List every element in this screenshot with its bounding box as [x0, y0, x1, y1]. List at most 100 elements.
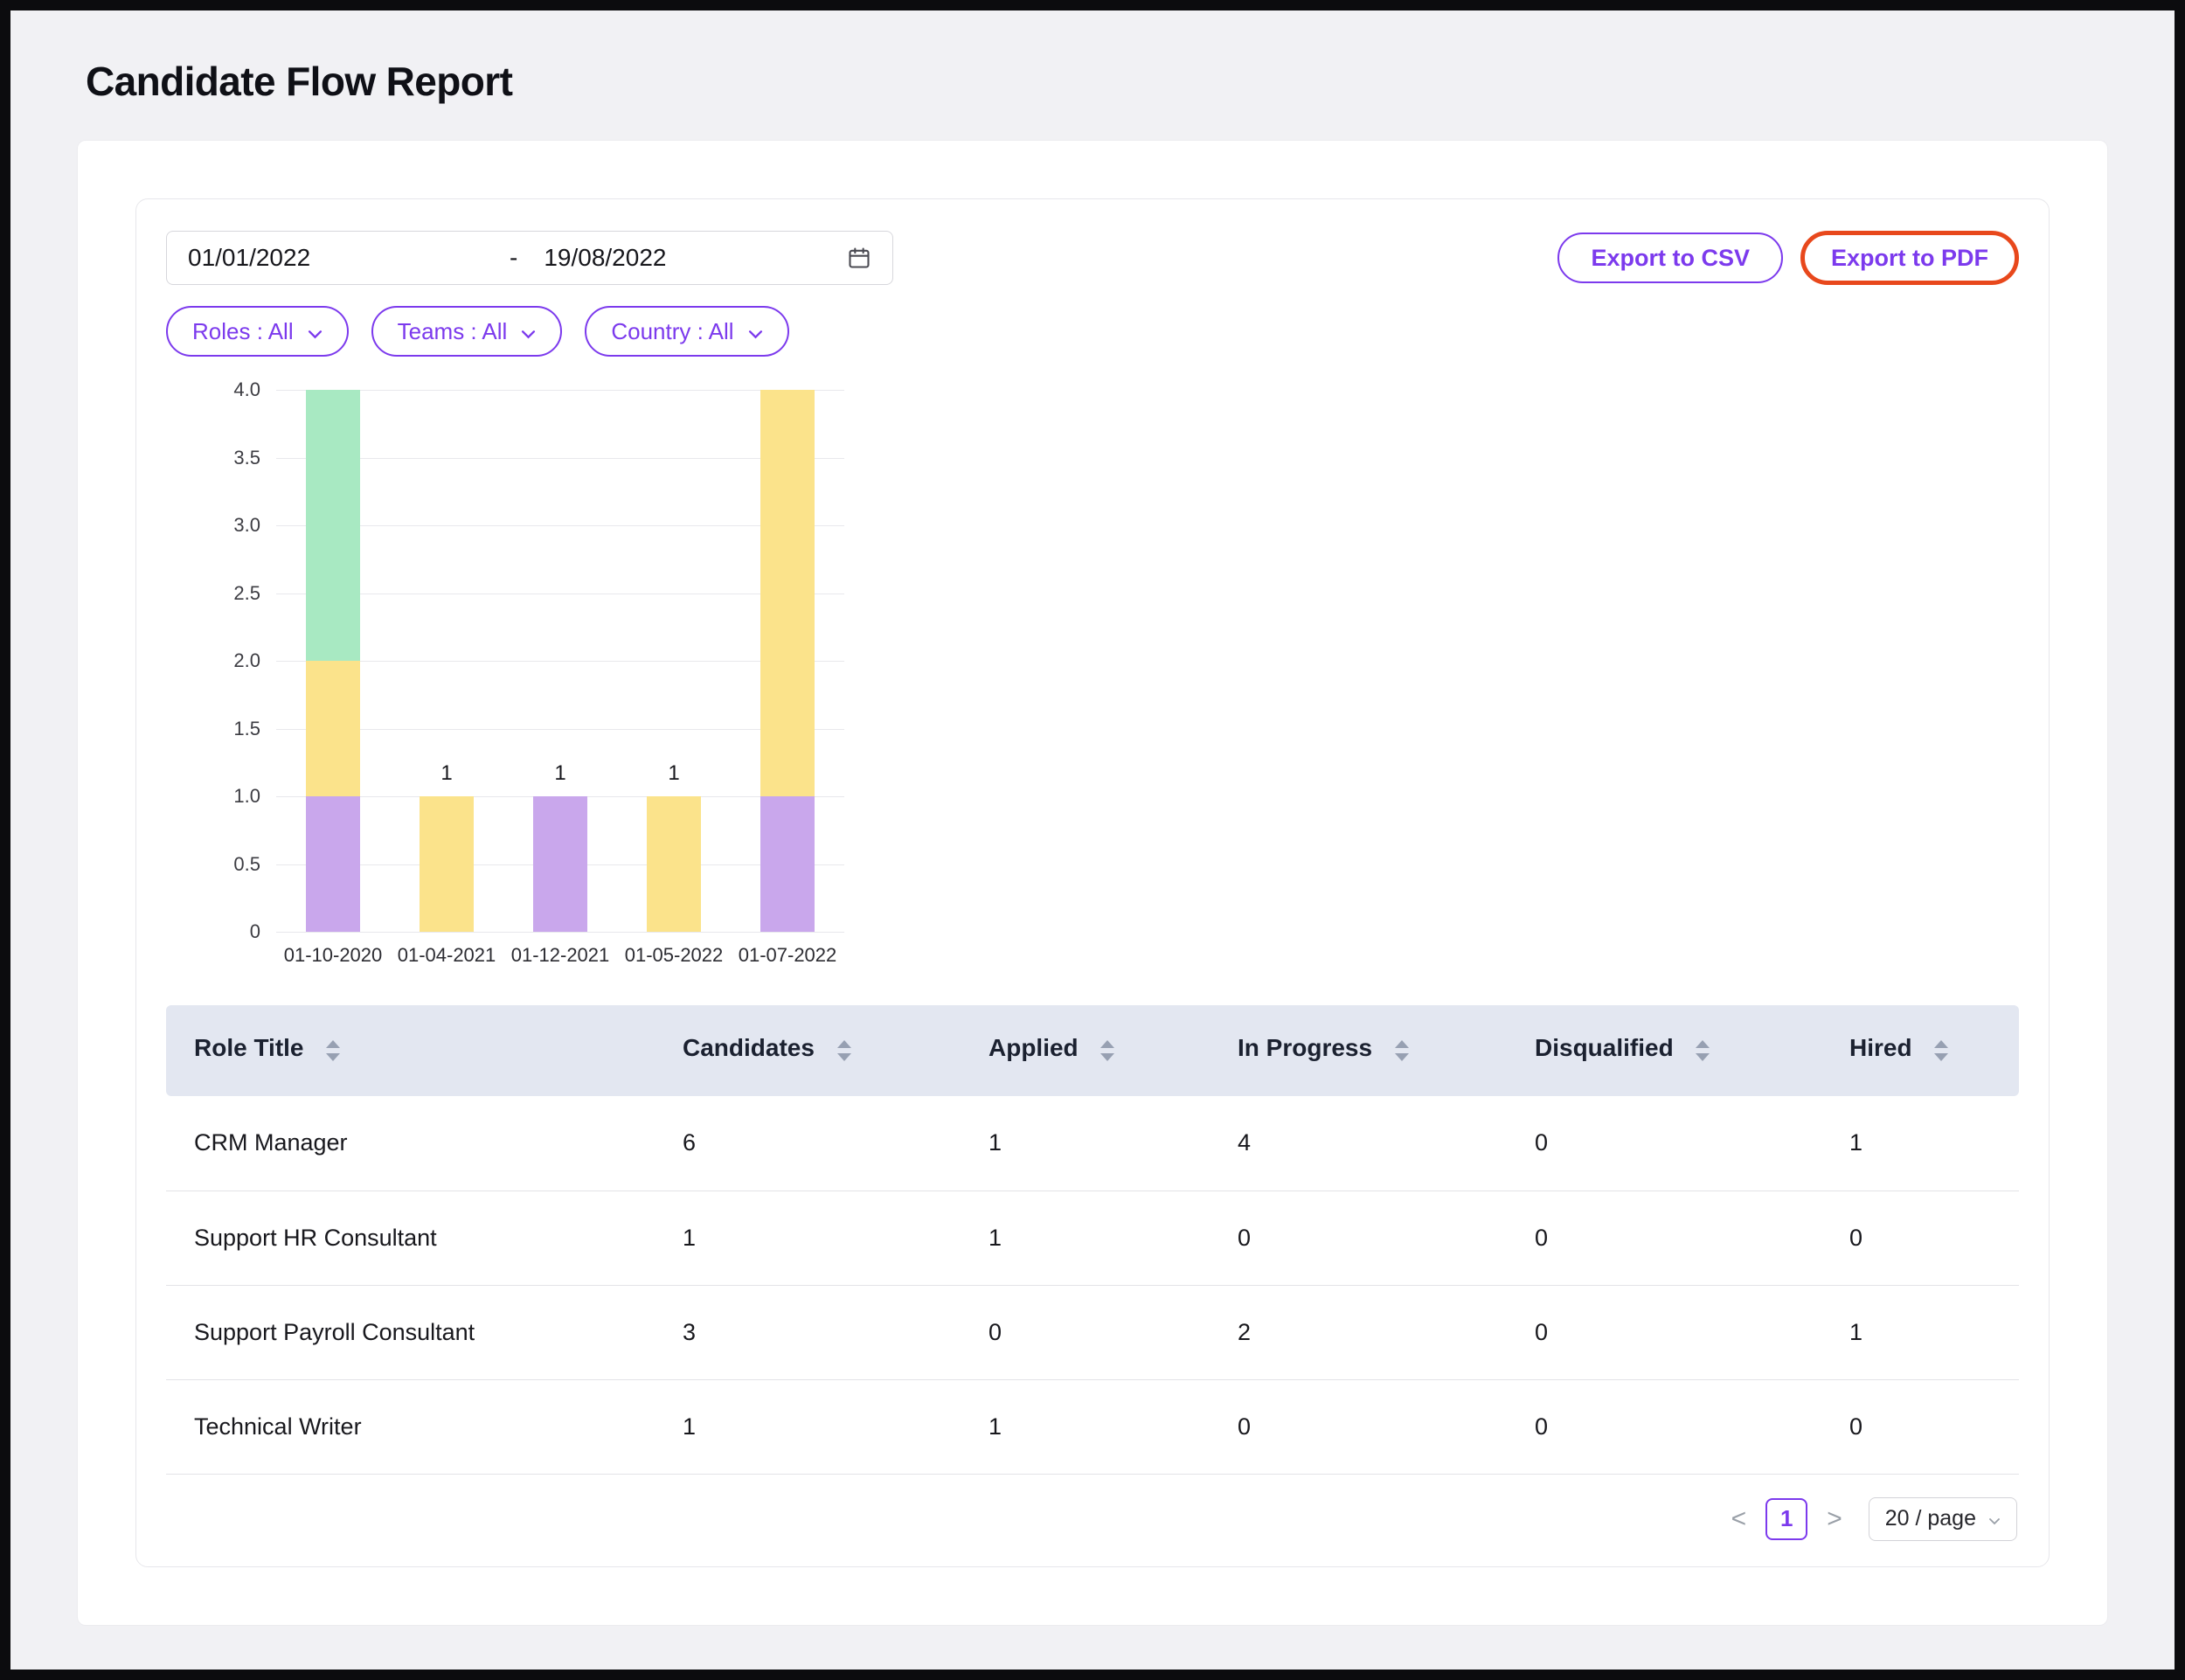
calendar-icon[interactable] — [847, 246, 871, 270]
column-label: Applied — [988, 1034, 1079, 1061]
bar-segment-purple[interactable] — [533, 796, 587, 932]
table-row[interactable]: Support Payroll Consultant30201 — [166, 1285, 2019, 1379]
sort-icon[interactable] — [836, 1039, 853, 1068]
table-row[interactable]: Technical Writer11000 — [166, 1379, 2019, 1474]
gridline — [276, 458, 844, 459]
bar-segment-yellow[interactable] — [306, 661, 360, 796]
bar-segment-purple[interactable] — [306, 796, 360, 932]
column-label: In Progress — [1238, 1034, 1372, 1061]
sort-icon[interactable] — [324, 1039, 342, 1068]
export-csv-button[interactable]: Export to CSV — [1557, 233, 1783, 283]
cell-hired: 1 — [1849, 1285, 2019, 1379]
filter-country-dropdown[interactable]: Country : All — [585, 306, 788, 357]
sort-icon[interactable] — [1932, 1039, 1950, 1068]
sort-icon[interactable] — [1694, 1039, 1711, 1068]
bar-segment-yellow[interactable] — [760, 390, 815, 796]
chevron-down-icon — [1988, 1506, 2001, 1531]
cell-disqualified: 0 — [1534, 1191, 1849, 1285]
sort-icon[interactable] — [1099, 1039, 1116, 1068]
column-header-applied[interactable]: Applied — [988, 1005, 1237, 1096]
pagination: < 1 > 20 / page — [166, 1497, 2019, 1541]
column-label: Candidates — [683, 1034, 815, 1061]
column-header-role-title[interactable]: Role Title — [166, 1005, 682, 1096]
toolbar: 01/01/2022 - 19/08/2022 Export to CSV Ex… — [166, 231, 2019, 285]
gridline — [276, 525, 844, 526]
gridline — [276, 390, 844, 391]
date-range-picker[interactable]: 01/01/2022 - 19/08/2022 — [166, 231, 893, 285]
cell-disqualified: 0 — [1534, 1285, 1849, 1379]
chart-plot: 111 — [276, 390, 844, 932]
y-tick-label: 3.0 — [177, 514, 260, 537]
bar-value-label: 1 — [390, 761, 503, 786]
cell-hired: 0 — [1849, 1379, 2019, 1474]
column-header-disqualified[interactable]: Disqualified — [1534, 1005, 1849, 1096]
y-tick-label: 2.5 — [177, 582, 260, 605]
filter-teams-label: Teams : All — [398, 318, 508, 345]
sort-icon[interactable] — [1393, 1039, 1411, 1068]
cell-in-progress: 0 — [1237, 1191, 1534, 1285]
cell-applied: 1 — [988, 1096, 1237, 1191]
table-row[interactable]: CRM Manager61401 — [166, 1096, 2019, 1191]
column-label: Disqualified — [1535, 1034, 1674, 1061]
chart-y-axis: 4.03.53.02.52.01.51.00.50 — [177, 390, 260, 932]
cell-applied: 1 — [988, 1379, 1237, 1474]
page-title: Candidate Flow Report — [10, 10, 2175, 105]
page-size-select[interactable]: 20 / page — [1869, 1497, 2017, 1541]
date-to-value[interactable]: 19/08/2022 — [544, 244, 666, 272]
filter-roles-label: Roles : All — [192, 318, 294, 345]
gridline — [276, 729, 844, 730]
cell-candidates: 1 — [682, 1191, 988, 1285]
bar-segment-yellow[interactable] — [647, 796, 701, 932]
y-tick-label: 0 — [177, 920, 260, 943]
x-tick-label: 01-07-2022 — [731, 944, 844, 967]
bar-value-label: 1 — [503, 761, 617, 786]
chevron-down-icon — [521, 318, 536, 345]
bar-segment-yellow[interactable] — [420, 796, 474, 932]
cell-role-title: Support HR Consultant — [166, 1191, 682, 1285]
column-label: Hired — [1849, 1034, 1912, 1061]
date-from-value[interactable]: 01/01/2022 — [188, 244, 510, 272]
cell-candidates: 6 — [682, 1096, 988, 1191]
bar-segment-purple[interactable] — [760, 796, 815, 932]
cell-candidates: 3 — [682, 1285, 988, 1379]
x-tick-label: 01-05-2022 — [617, 944, 731, 967]
gridline — [276, 661, 844, 662]
cell-hired: 0 — [1849, 1191, 2019, 1285]
chevron-down-icon — [748, 318, 763, 345]
column-header-candidates[interactable]: Candidates — [682, 1005, 988, 1096]
pagination-page-1-button[interactable]: 1 — [1765, 1498, 1807, 1540]
date-separator: - — [510, 244, 517, 272]
table-wrap: Role Title Candidates Applied — [166, 1005, 2019, 1475]
cell-hired: 1 — [1849, 1096, 2019, 1191]
chart-x-axis: 01-10-202001-04-202101-12-202101-05-2022… — [276, 944, 844, 972]
report-card: 01/01/2022 - 19/08/2022 Export to CSV Ex… — [77, 140, 2108, 1626]
cell-in-progress: 2 — [1237, 1285, 1534, 1379]
cell-applied: 1 — [988, 1191, 1237, 1285]
chevron-down-icon — [308, 318, 323, 345]
cell-in-progress: 0 — [1237, 1379, 1534, 1474]
cell-candidates: 1 — [682, 1379, 988, 1474]
y-tick-label: 1.5 — [177, 718, 260, 740]
y-tick-label: 1.0 — [177, 785, 260, 808]
pagination-prev-button[interactable]: < — [1730, 1506, 1749, 1532]
x-tick-label: 01-10-2020 — [276, 944, 390, 967]
filter-country-label: Country : All — [611, 318, 733, 345]
y-tick-label: 0.5 — [177, 853, 260, 876]
page-size-value: 20 / page — [1885, 1506, 1976, 1531]
export-pdf-button[interactable]: Export to PDF — [1800, 231, 2019, 285]
pagination-next-button[interactable]: > — [1825, 1506, 1844, 1532]
filter-roles-dropdown[interactable]: Roles : All — [166, 306, 349, 357]
cell-in-progress: 4 — [1237, 1096, 1534, 1191]
column-header-in-progress[interactable]: In Progress — [1237, 1005, 1534, 1096]
candidate-flow-table: Role Title Candidates Applied — [166, 1005, 2019, 1475]
cell-disqualified: 0 — [1534, 1096, 1849, 1191]
bar-segment-green[interactable] — [306, 390, 360, 661]
cell-role-title: CRM Manager — [166, 1096, 682, 1191]
column-header-hired[interactable]: Hired — [1849, 1005, 2019, 1096]
x-tick-label: 01-04-2021 — [390, 944, 503, 967]
filter-teams-dropdown[interactable]: Teams : All — [371, 306, 563, 357]
table-row[interactable]: Support HR Consultant11000 — [166, 1191, 2019, 1285]
cell-applied: 0 — [988, 1285, 1237, 1379]
bar-value-label: 1 — [617, 761, 731, 786]
filter-row: Roles : All Teams : All Country : All — [166, 306, 2019, 357]
